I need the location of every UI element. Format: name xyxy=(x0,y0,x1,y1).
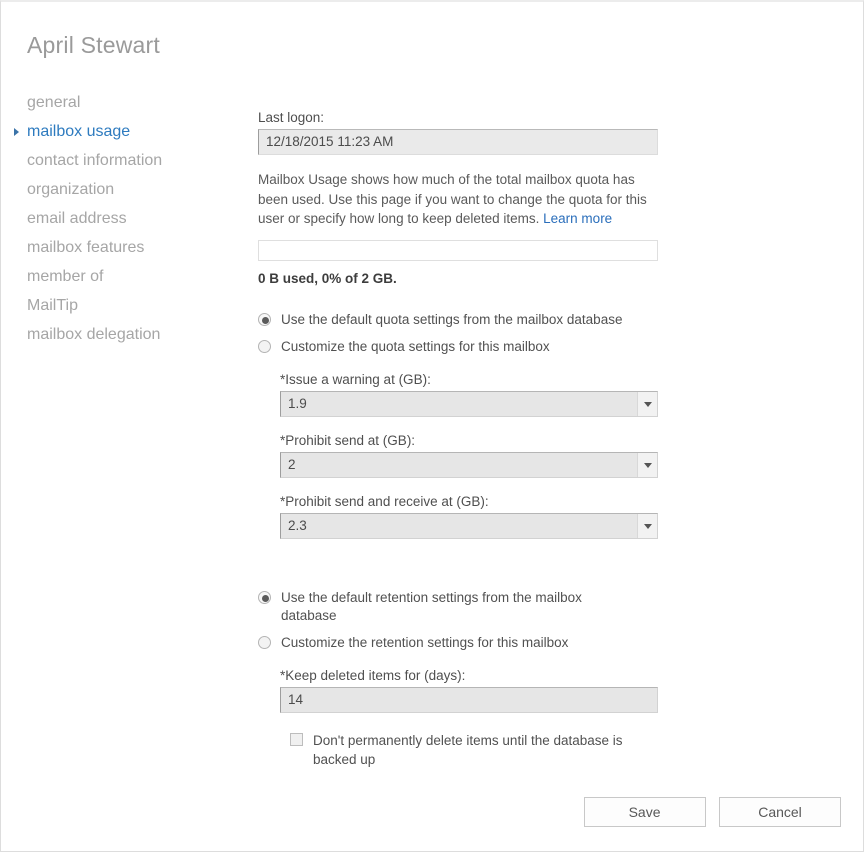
prohibit-send-receive-label: *Prohibit send and receive at (GB): xyxy=(280,494,658,509)
radio-indicator xyxy=(258,591,271,604)
radio-label: Customize the retention settings for thi… xyxy=(281,635,568,650)
quota-usage-progressbar xyxy=(258,240,658,261)
caret-right-icon xyxy=(14,128,19,136)
sidebar-item-member-of[interactable]: member of xyxy=(1,262,251,291)
radio-indicator xyxy=(258,313,271,326)
radio-label: Use the default retention settings from … xyxy=(281,590,582,623)
sidebar-item-label: mailbox features xyxy=(27,239,144,256)
keep-deleted-items-label: *Keep deleted items for (days): xyxy=(280,668,658,683)
checkbox-indicator xyxy=(290,733,303,746)
radio-label: Use the default quota settings from the … xyxy=(281,312,622,327)
section-spacer xyxy=(258,539,658,564)
quota-usage-text: 0 B used, 0% of 2 GB. xyxy=(258,271,658,286)
cancel-button[interactable]: Cancel xyxy=(719,797,841,827)
sidebar-item-organization[interactable]: organization xyxy=(1,175,251,204)
chevron-down-icon[interactable] xyxy=(637,514,657,538)
retention-settings-group: Use the default retention settings from … xyxy=(258,589,658,769)
sidebar-item-label: general xyxy=(27,94,80,111)
chevron-down-icon[interactable] xyxy=(637,453,657,477)
radio-customize-quota[interactable]: Customize the quota settings for this ma… xyxy=(258,338,638,356)
prohibit-send-select[interactable]: 2 xyxy=(280,452,658,478)
radio-label: Customize the quota settings for this ma… xyxy=(281,339,550,354)
description-text: Mailbox Usage shows how much of the tota… xyxy=(258,170,650,229)
last-logon-value: 12/18/2015 11:23 AM xyxy=(258,129,658,155)
footer-actions: Save Cancel xyxy=(575,797,841,827)
mailbox-usage-form: Last logon: 12/18/2015 11:23 AM Mailbox … xyxy=(258,110,658,769)
radio-indicator xyxy=(258,636,271,649)
mailbox-usage-page: April Stewart general mailbox usage cont… xyxy=(0,0,864,852)
prohibit-send-field: *Prohibit send at (GB): 2 xyxy=(280,433,658,478)
last-logon-label: Last logon: xyxy=(258,110,658,125)
sidebar-nav: general mailbox usage contact informatio… xyxy=(1,88,251,349)
sidebar-item-label: member of xyxy=(27,268,103,285)
prohibit-send-label: *Prohibit send at (GB): xyxy=(280,433,658,448)
quota-settings-group: Use the default quota settings from the … xyxy=(258,311,658,539)
sidebar-item-mailbox-features[interactable]: mailbox features xyxy=(1,233,251,262)
radio-use-default-retention[interactable]: Use the default retention settings from … xyxy=(258,589,638,625)
sidebar-item-label: organization xyxy=(27,181,114,198)
checkbox-label: Don't permanently delete items until the… xyxy=(313,733,623,767)
issue-warning-label: *Issue a warning at (GB): xyxy=(280,372,658,387)
prohibit-send-value: 2 xyxy=(288,457,296,472)
page-title: April Stewart xyxy=(27,32,160,59)
radio-customize-retention[interactable]: Customize the retention settings for thi… xyxy=(258,634,638,652)
sidebar-item-label: mailbox usage xyxy=(27,123,130,140)
prohibit-send-receive-select[interactable]: 2.3 xyxy=(280,513,658,539)
issue-warning-value: 1.9 xyxy=(288,396,307,411)
issue-warning-select[interactable]: 1.9 xyxy=(280,391,658,417)
sidebar-item-label: email address xyxy=(27,210,127,227)
sidebar-item-mailbox-usage[interactable]: mailbox usage xyxy=(1,117,251,146)
keep-deleted-items-input[interactable]: 14 xyxy=(280,687,658,713)
radio-indicator xyxy=(258,340,271,353)
sidebar-item-label: mailbox delegation xyxy=(27,326,160,343)
sidebar-item-mailbox-delegation[interactable]: mailbox delegation xyxy=(1,320,251,349)
sidebar-item-contact-information[interactable]: contact information xyxy=(1,146,251,175)
sidebar-item-email-address[interactable]: email address xyxy=(1,204,251,233)
prohibit-send-receive-value: 2.3 xyxy=(288,518,307,533)
sidebar-item-general[interactable]: general xyxy=(1,88,251,117)
checkbox-backup-before-delete[interactable]: Don't permanently delete items until the… xyxy=(290,731,630,769)
save-button[interactable]: Save xyxy=(584,797,706,827)
learn-more-link[interactable]: Learn more xyxy=(543,211,612,226)
sidebar-item-label: contact information xyxy=(27,152,162,169)
issue-warning-field: *Issue a warning at (GB): 1.9 xyxy=(280,372,658,417)
sidebar-item-label: MailTip xyxy=(27,297,78,314)
radio-use-default-quota[interactable]: Use the default quota settings from the … xyxy=(258,311,638,329)
chevron-down-icon[interactable] xyxy=(637,392,657,416)
prohibit-send-receive-field: *Prohibit send and receive at (GB): 2.3 xyxy=(280,494,658,539)
keep-deleted-items-field: *Keep deleted items for (days): 14 xyxy=(280,668,658,713)
sidebar-item-mailtip[interactable]: MailTip xyxy=(1,291,251,320)
